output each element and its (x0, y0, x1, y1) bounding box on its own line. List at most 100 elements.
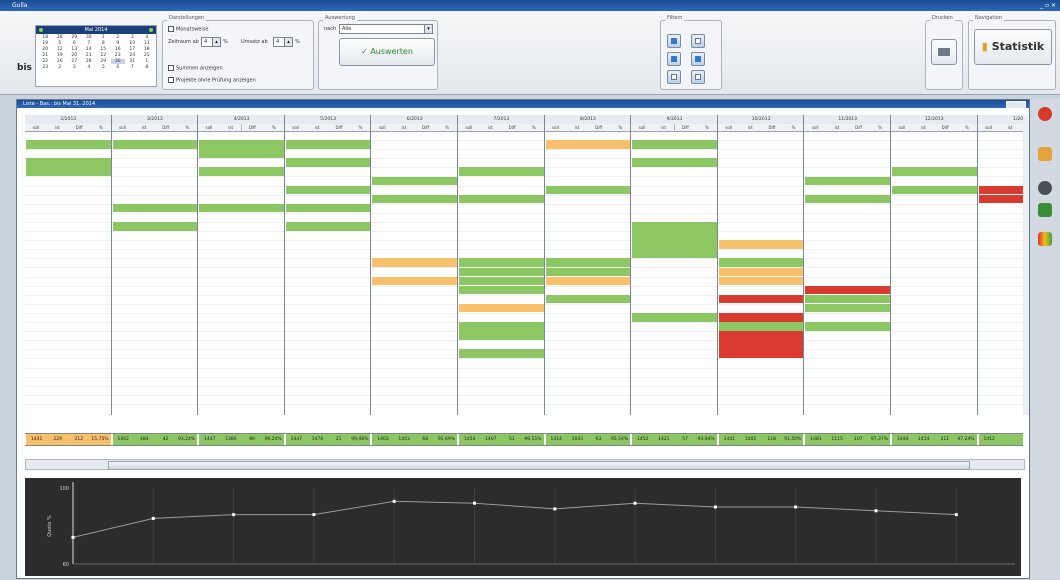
calendar-day[interactable]: 29 (96, 59, 111, 64)
zeitraum-spinner[interactable]: 4 ▴ (201, 37, 221, 47)
calendar-day[interactable]: 1 (140, 59, 155, 64)
filter-check-icon[interactable] (667, 34, 681, 48)
month-header[interactable]: 9/2013 (631, 115, 719, 124)
calendar-day[interactable]: 21 (82, 53, 97, 58)
grid-vertical-scrollbar[interactable] (1023, 115, 1029, 415)
calendar-day[interactable]: 31 (125, 59, 140, 64)
month-header[interactable]: 11/2013 (804, 115, 892, 124)
calendar-day[interactable]: 7 (125, 65, 140, 70)
liste-window-controls[interactable] (1006, 101, 1026, 109)
close-icon[interactable] (1038, 107, 1052, 121)
calendar-day[interactable]: 19 (53, 53, 68, 58)
window-controls[interactable]: _ ▫ ✕ (1040, 1, 1056, 10)
calendar-day[interactable]: 17 (125, 47, 140, 52)
calendar-day[interactable]: 14 (82, 47, 97, 52)
month-header[interactable]: 10/2013 (717, 115, 806, 124)
calendar-day[interactable]: 30 (82, 35, 97, 40)
calendar-day[interactable]: 2 (111, 35, 126, 40)
calendar-day[interactable]: 16 (111, 47, 126, 52)
table-row[interactable] (198, 395, 285, 405)
calendar-day[interactable]: 1 (96, 35, 111, 40)
calendar-day[interactable]: 27 (67, 59, 82, 64)
calendar-day[interactable]: 28 (82, 59, 97, 64)
colors-icon[interactable] (1038, 232, 1052, 246)
calendar-day[interactable]: 26 (53, 59, 68, 64)
monatsweise-checkbox[interactable]: Monatsweise (168, 26, 208, 33)
calendar-day[interactable]: 25 (140, 53, 155, 58)
umsatz-spinner[interactable]: 4 ▴ (273, 37, 293, 47)
month-header[interactable]: 3/2013 (111, 115, 200, 124)
table-row[interactable] (544, 395, 632, 405)
calendar-day[interactable]: 7 (82, 41, 97, 46)
table-row[interactable] (284, 395, 372, 405)
calendar-day[interactable]: 30 (110, 59, 125, 64)
calendar-day[interactable]: 2 (53, 65, 68, 70)
month-header[interactable]: 5/2013 (284, 115, 373, 124)
calendar-day[interactable]: 8 (140, 65, 155, 70)
table-row[interactable] (717, 395, 805, 405)
summary-cell: 1463 1443 68 95,69% (372, 434, 457, 445)
summen-checkbox[interactable]: Summen anzeigen (168, 65, 223, 72)
calendar-day[interactable]: 5 (96, 65, 111, 70)
calendar-day[interactable]: 11 (140, 41, 155, 46)
calendar-day[interactable]: 3 (67, 65, 82, 70)
table-row[interactable] (804, 395, 891, 405)
calendar-day[interactable]: 29 (67, 35, 82, 40)
calendar-days[interactable]: 18 28 29 30 1 2 3 4 19 5 6 7 8 9 10 11 20 12 13 14 15 16 17 18 2… (36, 34, 156, 71)
table-row[interactable] (371, 395, 458, 405)
calendar-day[interactable]: 20 (67, 53, 82, 58)
table-row[interactable] (891, 395, 978, 405)
calendar-day[interactable]: 28 (53, 35, 68, 40)
calendar-day[interactable]: 5 (53, 41, 68, 46)
month-header[interactable]: 1/2014 (977, 115, 1023, 124)
calendar-day[interactable]: 8 (96, 41, 111, 46)
calendar-day[interactable]: 24 (125, 53, 140, 58)
filter-list-icon[interactable] (691, 34, 705, 48)
table-row[interactable] (458, 395, 545, 405)
table-row[interactable] (631, 395, 718, 405)
month-header[interactable]: 6/2013 (371, 115, 459, 124)
umsatz-label: Umsatz ab (241, 39, 268, 45)
calendar[interactable]: Mai 2014 18 28 29 30 1 2 3 4 19 5 6 7 8 9 10 11 20 12 13 14… (35, 25, 157, 87)
calendar-day[interactable]: 15 (96, 47, 111, 52)
calendar-day[interactable]: 6 (111, 65, 126, 70)
statistik-button[interactable]: ▮ Statistik (974, 29, 1052, 65)
copy-icon[interactable] (667, 70, 681, 84)
grid-horizontal-scrollbar[interactable] (25, 459, 1025, 470)
calendar-day[interactable]: 22 (96, 53, 111, 58)
print-button[interactable] (931, 39, 957, 65)
calendar-day[interactable]: 13 (67, 47, 82, 52)
table-row[interactable] (25, 395, 112, 405)
calendar-day[interactable]: 18 (140, 47, 155, 52)
month-header[interactable]: 2/2013 (25, 115, 113, 124)
gauge-icon[interactable] (1038, 181, 1052, 195)
calendar-day[interactable]: 9 (111, 41, 126, 46)
calendar-day[interactable]: 6 (67, 41, 82, 46)
auswerten-button[interactable]: ✓ Auswerten (339, 38, 435, 66)
arrow-left-icon[interactable] (667, 52, 681, 66)
calendar-day[interactable]: 4 (82, 65, 97, 70)
month-header[interactable]: 4/2013 (198, 115, 286, 124)
document-icon[interactable] (691, 70, 705, 84)
summary-cell: 1412 (978, 434, 1023, 445)
calendar-day[interactable]: 3 (125, 35, 140, 40)
arrow-right-icon[interactable] (691, 52, 705, 66)
auswahl-select[interactable]: Alle ▾ (339, 24, 433, 34)
month-header[interactable]: 8/2013 (544, 115, 633, 124)
table-row[interactable] (977, 395, 1023, 405)
table-row[interactable] (111, 395, 199, 405)
month-header[interactable]: 12/2013 (891, 115, 979, 124)
navigation-group-title: Navigation (973, 15, 1004, 21)
scrollbar-thumb[interactable] (108, 461, 970, 470)
users-icon[interactable] (1038, 147, 1052, 161)
calendar-day[interactable]: 4 (140, 35, 155, 40)
calendar-day[interactable]: 10 (125, 41, 140, 46)
cart-icon[interactable] (1038, 203, 1052, 217)
month-header[interactable]: 7/2013 (458, 115, 546, 124)
data-grid[interactable]: 2/2013 soll ist Diff% 3/2013 soll ist Diff% 4/20… (25, 115, 1023, 415)
projekte-checkbox[interactable]: Projekte ohne Prüfung anzeigen (168, 77, 256, 84)
next-month-icon[interactable] (149, 28, 153, 32)
prev-month-icon[interactable] (39, 28, 43, 32)
calendar-day[interactable]: 12 (53, 47, 68, 52)
calendar-day[interactable]: 23 (111, 53, 126, 58)
